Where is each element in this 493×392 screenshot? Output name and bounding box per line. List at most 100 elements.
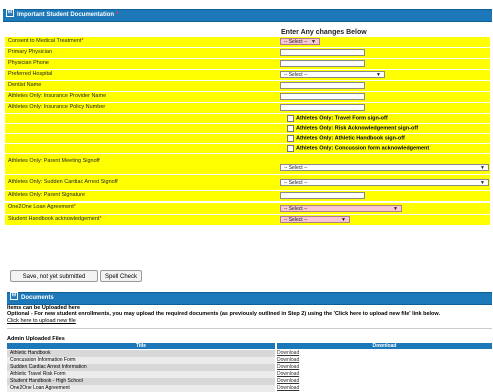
risk-ack-checkbox[interactable] bbox=[287, 125, 294, 132]
row-travel-form: Athletes Only: Travel Form sign-off bbox=[5, 114, 490, 124]
admin-uploaded-heading: Admin Uploaded Files bbox=[7, 336, 65, 342]
row-label: Athletes Only: Parent Meeting Signoff bbox=[8, 158, 100, 164]
required-star-icon: * bbox=[81, 38, 84, 44]
athletic-handbook-checkbox-group: Athletes Only: Athletic Handbook sign-of… bbox=[287, 135, 405, 142]
row-concussion-form: Athletes Only: Concussion form acknowled… bbox=[5, 144, 490, 154]
chevron-down-icon: ▼ bbox=[480, 180, 485, 186]
select-value: -- Select -- bbox=[284, 217, 308, 223]
concussion-form-checkbox-group: Athletes Only: Concussion form acknowled… bbox=[287, 145, 429, 152]
row-risk-ack: Athletes Only: Risk Acknowledgement sign… bbox=[5, 124, 490, 134]
download-link[interactable]: Download bbox=[277, 350, 299, 357]
travel-form-checkbox[interactable] bbox=[287, 115, 294, 122]
parent-meeting-select[interactable]: -- Select -- ▼ bbox=[280, 164, 489, 171]
collapse-icon[interactable]: ⊟ bbox=[6, 9, 14, 18]
row-label: Student Handbook acknowledgement* bbox=[8, 216, 102, 222]
risk-ack-checkbox-group: Athletes Only: Risk Acknowledgement sign… bbox=[287, 125, 418, 132]
chevron-down-icon: ▼ bbox=[311, 39, 316, 45]
preferred-hospital-select[interactable]: -- Select -- ▼ bbox=[280, 71, 385, 78]
row-physician-phone: Physician Phone bbox=[5, 59, 490, 70]
one2one-loan-select[interactable]: -- Select -- ▼ bbox=[280, 205, 402, 212]
travel-form-checkbox-group: Athletes Only: Travel Form sign-off bbox=[287, 115, 388, 122]
parent-signature-input[interactable] bbox=[280, 192, 365, 199]
chevron-down-icon: ▼ bbox=[376, 72, 381, 78]
collapse-icon[interactable]: ⊟ bbox=[10, 292, 18, 301]
checkbox-label: Athletes Only: Travel Form sign-off bbox=[296, 115, 388, 122]
file-title: Athletic Travel Risk Form bbox=[7, 371, 275, 378]
row-label: Dentist Name bbox=[8, 82, 42, 88]
cardiac-arrest-select[interactable]: -- Select -- ▼ bbox=[280, 179, 489, 186]
insurance-policy-input[interactable] bbox=[280, 104, 365, 111]
download-cell: Download bbox=[277, 385, 492, 392]
chevron-down-icon: ▼ bbox=[393, 206, 398, 212]
required-star-icon: * bbox=[116, 12, 119, 18]
chevron-down-icon: ▼ bbox=[341, 217, 346, 223]
file-title: Concussion Information Form bbox=[7, 357, 275, 364]
page: ⊟ Important Student Documentation * Enter … bbox=[0, 0, 493, 392]
row-dentist-name: Dentist Name bbox=[5, 81, 490, 92]
row-consent-medical: Consent to Medical Treatment* -- Select … bbox=[5, 37, 490, 48]
row-label: Preferred Hospital bbox=[8, 71, 53, 77]
file-title: Sudden Cardiac Arrest Information bbox=[7, 364, 275, 371]
row-label: One2One Loan Agreement* bbox=[8, 204, 76, 210]
upload-new-file-link[interactable]: Click here to upload new file bbox=[7, 318, 76, 324]
table-row: Sudden Cardiac Arrest Information Downlo… bbox=[7, 364, 492, 371]
label-text: Consent to Medical Treatment bbox=[8, 38, 82, 44]
row-label: Athletes Only: Insurance Policy Number bbox=[8, 104, 106, 110]
student-handbook-select[interactable]: -- Select -- ▼ bbox=[280, 216, 350, 223]
table-row: Athletic Travel Risk Form Download bbox=[7, 371, 492, 378]
download-link[interactable]: Download bbox=[277, 357, 299, 364]
spell-check-button[interactable]: Spell Check bbox=[100, 270, 142, 282]
athletic-handbook-checkbox[interactable] bbox=[287, 135, 294, 142]
label-text: One2One Loan Agreement bbox=[8, 204, 74, 210]
download-link[interactable]: Download bbox=[277, 385, 299, 392]
label-text: Student Handbook acknowledgement bbox=[8, 216, 100, 222]
file-title: Athletic Handbook bbox=[7, 350, 275, 357]
row-cardiac-arrest: Athletes Only: Sudden Cardiac Arrest Sig… bbox=[5, 175, 490, 191]
section-header-documents[interactable]: ⊟ Documents bbox=[7, 292, 492, 305]
dentist-name-input[interactable] bbox=[280, 82, 365, 89]
select-value: -- Select -- bbox=[284, 165, 308, 171]
primary-physician-input[interactable] bbox=[280, 49, 365, 56]
download-cell: Download bbox=[277, 350, 492, 357]
select-value: -- Select -- bbox=[284, 72, 308, 78]
upload-instructions: Optional - For new student enrollments, … bbox=[7, 311, 440, 317]
save-button[interactable]: Save, not yet submitted bbox=[10, 270, 98, 282]
download-cell: Download bbox=[277, 371, 492, 378]
chevron-down-icon: ▼ bbox=[480, 165, 485, 171]
download-link[interactable]: Download bbox=[277, 371, 299, 378]
section-title: Important Student Documentation bbox=[17, 12, 114, 18]
table-row: Concussion Information Form Download bbox=[7, 357, 492, 364]
select-value: -- Select -- bbox=[284, 206, 308, 212]
row-one2one-loan: One2One Loan Agreement* -- Select -- ▼ bbox=[5, 203, 490, 215]
divider bbox=[7, 328, 492, 329]
row-insurance-provider: Athletes Only: Insurance Provider Name bbox=[5, 92, 490, 103]
row-label: Physician Phone bbox=[8, 60, 49, 66]
consent-medical-select[interactable]: -- Select -- ▼ bbox=[280, 38, 320, 45]
row-label: Primary Physician bbox=[8, 49, 53, 55]
download-cell: Download bbox=[277, 357, 492, 364]
required-star-icon: * bbox=[73, 204, 76, 210]
row-label: Consent to Medical Treatment* bbox=[8, 38, 84, 44]
concussion-form-checkbox[interactable] bbox=[287, 145, 294, 152]
row-insurance-policy: Athletes Only: Insurance Policy Number bbox=[5, 103, 490, 114]
physician-phone-input[interactable] bbox=[280, 60, 365, 67]
insurance-provider-input[interactable] bbox=[280, 93, 365, 100]
download-link[interactable]: Download bbox=[277, 364, 299, 371]
checkbox-label: Athletes Only: Athletic Handbook sign-of… bbox=[296, 135, 405, 142]
select-value: -- Select -- bbox=[284, 39, 308, 45]
row-label: Athletes Only: Sudden Cardiac Arrest Sig… bbox=[8, 179, 118, 185]
row-parent-meeting: Athletes Only: Parent Meeting Signoff --… bbox=[5, 154, 490, 175]
row-label: Athletes Only: Parent Signature bbox=[8, 192, 86, 198]
row-primary-physician: Primary Physician bbox=[5, 48, 490, 59]
column-header-title: Title bbox=[7, 343, 275, 349]
checkbox-label: Athletes Only: Concussion form acknowled… bbox=[296, 145, 430, 152]
row-parent-signature: Athletes Only: Parent Signature bbox=[5, 191, 490, 202]
row-preferred-hospital: Preferred Hospital -- Select -- ▼ bbox=[5, 70, 490, 81]
required-star-icon: * bbox=[99, 216, 102, 222]
section-header-student-documentation[interactable]: ⊟ Important Student Documentation * bbox=[3, 9, 492, 22]
select-value: -- Select -- bbox=[284, 180, 308, 186]
file-title: One2One Loan Agreement bbox=[7, 385, 275, 392]
table-row: One2One Loan Agreement Download bbox=[7, 385, 492, 392]
changes-column-header: Enter Any changes Below bbox=[281, 29, 367, 36]
section-title: Documents bbox=[21, 295, 54, 301]
